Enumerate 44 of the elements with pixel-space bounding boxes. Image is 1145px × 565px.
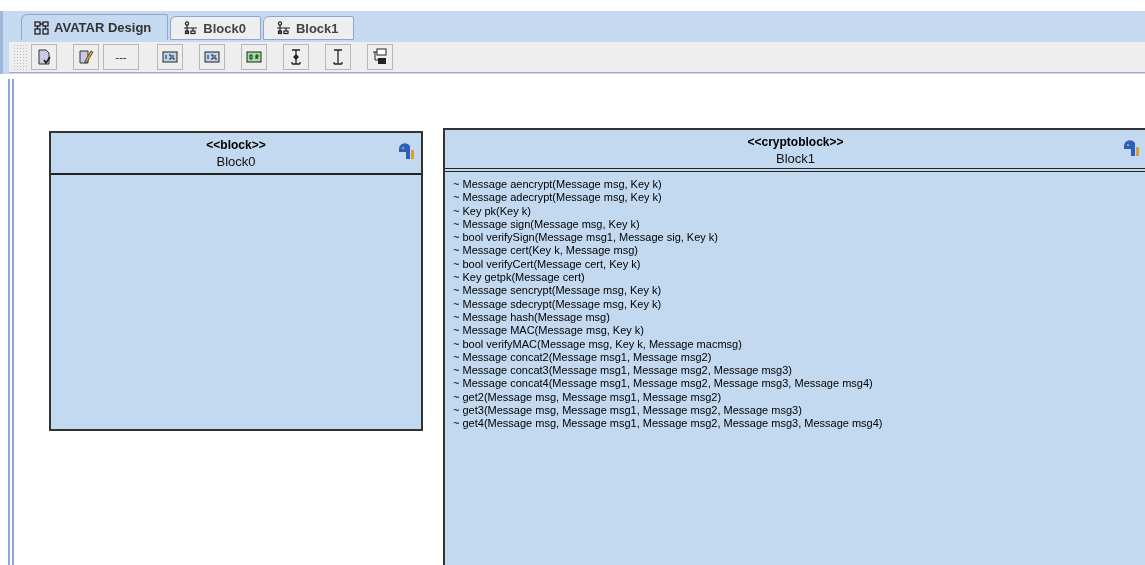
- operation: ~ Message adecrypt(Message msg, Key k): [453, 191, 663, 205]
- operation: ~ bool verifyCert(Message cert, Key k): [453, 257, 642, 272]
- document-check-icon: [37, 48, 51, 65]
- operation: ~ Key getpk(Message cert): [453, 271, 586, 285]
- operation: ~ bool verifySign(Message msg1, Message sig, Key k): [453, 231, 720, 245]
- operation: ~ Message hash(Message msg): [453, 310, 611, 325]
- operation: ~ Message aencrypt(Message msg, Key k): [453, 178, 663, 192]
- hierarchy-icon: [275, 21, 291, 35]
- composition-icon: [290, 48, 302, 65]
- data-type-icon: [246, 50, 262, 63]
- operation: ~ Message sign(Message msg, Key k): [453, 217, 641, 232]
- block-icon: [162, 50, 178, 63]
- diagram-icon: [34, 20, 49, 35]
- block-icon: [204, 50, 220, 63]
- operation: ~ Message sencrypt(Message msg, Key k): [453, 284, 663, 298]
- operation: ~ Message cert(Key k, Message msg): [453, 244, 639, 258]
- block-stereotype: <<block>>: [206, 138, 266, 152]
- toolbar-button[interactable]: ---: [103, 43, 139, 70]
- toolbar-button[interactable]: [367, 43, 393, 70]
- toolbar-button[interactable]: [31, 43, 57, 70]
- tab[interactable]: AVATAR Design: [21, 14, 169, 40]
- operation: ~ get3(Message msg, Message msg1, Message msg2, Message msg3): [453, 404, 803, 418]
- operation: ~ Message concat2(Message msg1, Message msg2): [453, 350, 713, 365]
- hierarchy-icon: [183, 21, 199, 35]
- block-emblem-icon: [399, 143, 414, 159]
- block-stereotype: <<cryptoblock>>: [747, 135, 844, 149]
- library-icon: [372, 47, 388, 66]
- tab[interactable]: Block0: [170, 16, 261, 40]
- operation: ~ get2(Message msg, Message msg1, Message msg2): [453, 390, 723, 405]
- operation: ~ Key pk(Key k): [453, 204, 532, 218]
- operation: ~ Message sdecrypt(Message msg, Key k): [453, 297, 663, 311]
- operation: ~ Message concat4(Message msg1, Message msg2, Message msg3, Message msg4): [453, 377, 874, 391]
- block-emblem-icon: [1124, 140, 1139, 156]
- operation: ~ get4(Message msg, Message msg1, Message msg2, Message msg3, Message msg4): [453, 417, 884, 431]
- edit-icon: [78, 48, 94, 65]
- block-name: Block0: [216, 154, 256, 169]
- association-icon: [332, 48, 344, 65]
- tab[interactable]: Block1: [262, 16, 354, 40]
- block-name: Block1: [776, 151, 815, 166]
- toolbar-button[interactable]: [325, 43, 351, 70]
- operation: ~ Message MAC(Message msg, Key k): [453, 324, 646, 338]
- operation: ~ bool verifyMAC(Message msg, Key k, Message macmsg): [453, 337, 743, 351]
- toolbar-button[interactable]: [283, 43, 309, 70]
- operation: ~ Message concat3(Message msg1, Message msg2, Message msg3): [453, 364, 793, 378]
